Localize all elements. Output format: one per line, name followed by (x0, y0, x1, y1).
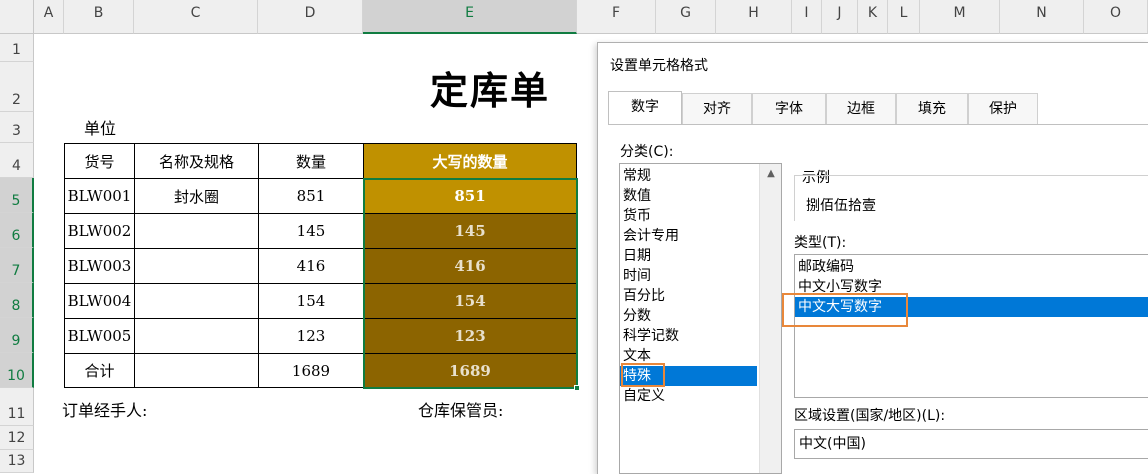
type-item-selected[interactable]: 中文大写数字 (795, 297, 1148, 317)
category-item[interactable]: 货币 (620, 206, 757, 226)
tab-protection[interactable]: 保护 (968, 93, 1038, 124)
row-header-12[interactable]: 12 (0, 426, 34, 450)
category-item-selected[interactable]: 特殊 (620, 366, 757, 386)
category-listbox[interactable]: 常规 数值 货币 会计专用 日期 时间 百分比 分数 科学记数 文本 特殊 自定… (619, 163, 782, 474)
sheet-title: 定库单 (430, 68, 551, 113)
cell-name[interactable] (134, 318, 259, 354)
row-header-11[interactable]: 11 (0, 388, 34, 426)
category-item[interactable]: 文本 (620, 346, 757, 366)
row-header-5[interactable]: 5 (0, 178, 34, 213)
type-listbox[interactable]: 邮政编码 中文小写数字 中文大写数字 (794, 254, 1148, 398)
category-item[interactable]: 数值 (620, 186, 757, 206)
unit-label: 单位 (84, 119, 117, 138)
tab-font[interactable]: 字体 (752, 93, 826, 124)
row-header-6[interactable]: 6 (0, 213, 34, 248)
cell-name[interactable] (134, 283, 259, 319)
type-label: 类型(T): (794, 235, 847, 251)
column-header-h[interactable]: H (716, 0, 792, 34)
tab-panel-border (608, 124, 1148, 125)
warehouse-keeper-label: 仓库保管员: (418, 401, 504, 420)
order-handler-label: 订单经手人: (62, 401, 148, 420)
cell-code[interactable]: BLW005 (64, 318, 135, 354)
cell-qty[interactable]: 145 (258, 213, 364, 249)
row-header-9[interactable]: 9 (0, 318, 34, 353)
column-header-o[interactable]: O (1084, 0, 1148, 34)
category-item[interactable]: 时间 (620, 266, 757, 286)
header-name[interactable]: 名称及规格 (134, 143, 259, 179)
tab-alignment[interactable]: 对齐 (682, 93, 752, 124)
cell-code[interactable]: BLW004 (64, 283, 135, 319)
column-header-j[interactable]: J (822, 0, 858, 34)
header-code[interactable]: 货号 (64, 143, 135, 179)
row-header-1[interactable]: 1 (0, 34, 34, 62)
category-item[interactable]: 科学记数 (620, 326, 757, 346)
category-item[interactable]: 分数 (620, 306, 757, 326)
row-header-4[interactable]: 4 (0, 143, 34, 178)
row-header-7[interactable]: 7 (0, 248, 34, 283)
type-item[interactable]: 中文小写数字 (795, 277, 1148, 297)
column-header-g[interactable]: G (656, 0, 716, 34)
column-header-d[interactable]: D (258, 0, 363, 34)
tab-fill[interactable]: 填充 (896, 93, 968, 124)
tab-border[interactable]: 边框 (826, 93, 896, 124)
column-header-k[interactable]: K (858, 0, 888, 34)
cell-name[interactable] (134, 248, 259, 284)
fill-handle[interactable] (574, 385, 580, 391)
scroll-up-icon[interactable]: ▲ (760, 164, 782, 184)
cell-name[interactable] (134, 213, 259, 249)
category-item[interactable]: 常规 (620, 166, 757, 186)
sample-value: 捌佰伍拾壹 (806, 198, 876, 214)
cell-qty[interactable]: 154 (258, 283, 364, 319)
column-header-m[interactable]: M (920, 0, 1000, 34)
row-header-10[interactable]: 10 (0, 353, 34, 388)
column-header-l[interactable]: L (888, 0, 920, 34)
column-header-a[interactable]: A (34, 0, 64, 34)
cell-code[interactable]: BLW001 (64, 178, 135, 214)
total-label[interactable]: 合计 (64, 353, 135, 388)
category-item[interactable]: 会计专用 (620, 226, 757, 246)
total-qty[interactable]: 1689 (258, 353, 364, 388)
tab-number[interactable]: 数字 (608, 91, 682, 125)
type-item[interactable]: 邮政编码 (795, 257, 1148, 277)
header-qty[interactable]: 数量 (258, 143, 364, 179)
column-header-c[interactable]: C (134, 0, 258, 34)
category-item[interactable]: 自定义 (620, 386, 757, 406)
cell-qty[interactable]: 851 (258, 178, 364, 214)
select-all-corner[interactable] (0, 0, 34, 34)
locale-select[interactable]: 中文(中国) (794, 429, 1148, 459)
column-header-e[interactable]: E (363, 0, 577, 34)
row-header-2[interactable]: 2 (0, 62, 34, 112)
row-header-13[interactable]: 13 (0, 450, 34, 473)
row-header-8[interactable]: 8 (0, 283, 34, 318)
cell-name[interactable]: 封水圈 (134, 178, 259, 214)
category-item[interactable]: 百分比 (620, 286, 757, 306)
column-header-f[interactable]: F (577, 0, 656, 34)
cell-qty[interactable]: 416 (258, 248, 364, 284)
header-upper-qty[interactable]: 大写的数量 (363, 143, 577, 179)
column-header-i[interactable]: I (792, 0, 822, 34)
format-cells-dialog: 设置单元格格式 数字 对齐 字体 边框 填充 保护 分类(C): 常规 数值 货… (597, 42, 1148, 474)
dialog-title: 设置单元格格式 (610, 58, 708, 74)
locale-label: 区域设置(国家/地区)(L): (794, 408, 946, 424)
category-item[interactable]: 日期 (620, 246, 757, 266)
cell-qty[interactable]: 123 (258, 318, 364, 354)
column-header-n[interactable]: N (1000, 0, 1084, 34)
category-scrollbar[interactable]: ▲ (759, 164, 781, 473)
row-header-3[interactable]: 3 (0, 112, 34, 143)
column-header-b[interactable]: B (64, 0, 134, 34)
cell-code[interactable]: BLW003 (64, 248, 135, 284)
total-name[interactable] (134, 353, 259, 388)
cell-code[interactable]: BLW002 (64, 213, 135, 249)
selection-outline (363, 178, 578, 389)
category-label: 分类(C): (620, 144, 674, 160)
